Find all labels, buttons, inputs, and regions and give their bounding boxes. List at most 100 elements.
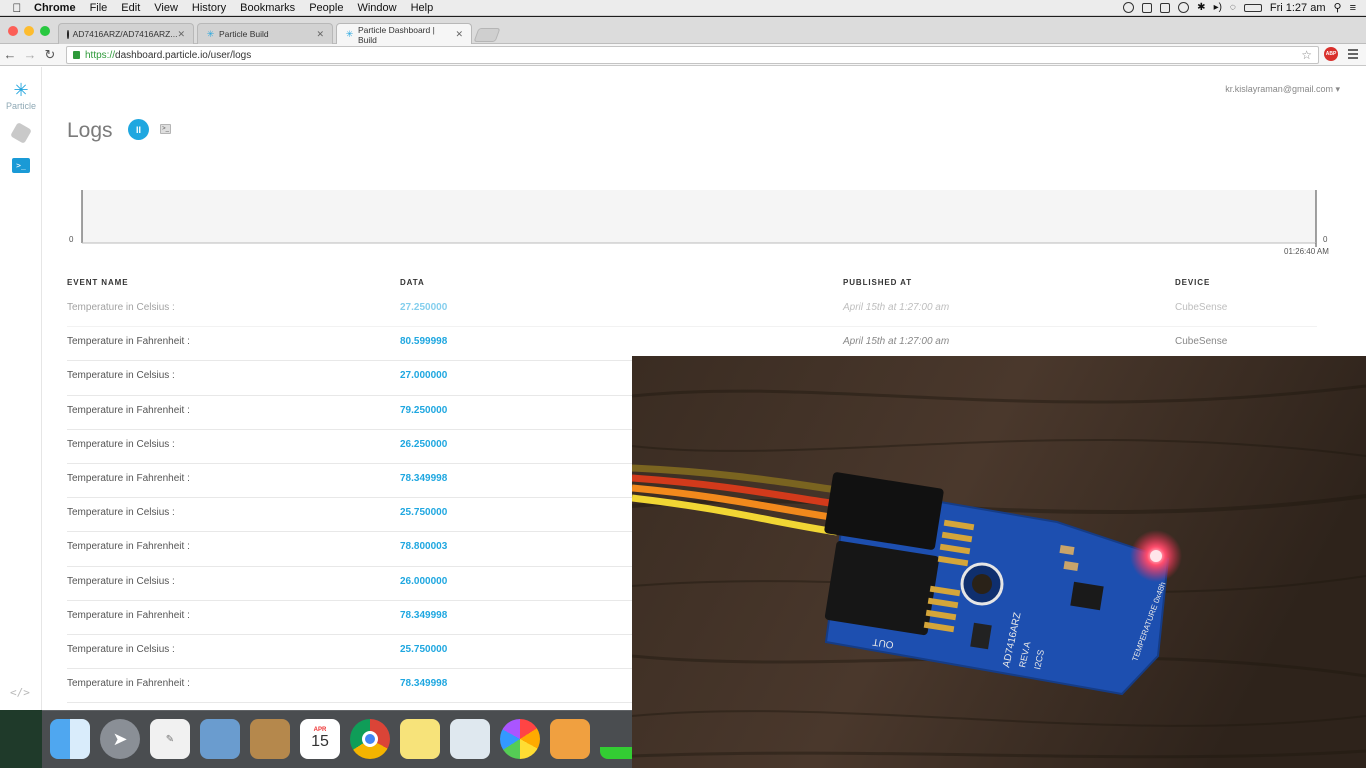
address-bar[interactable]: https:// dashboard.particle.io/user/logs… (66, 46, 1319, 64)
wifi-icon[interactable]: ◌ (1230, 2, 1236, 13)
apple-icon[interactable]:  (0, 1, 34, 15)
data-value-cell[interactable]: 25.750000 (400, 644, 447, 655)
column-header-device[interactable]: DEVICE (1175, 278, 1210, 287)
event-name-cell: Temperature in Fahrenheit : (67, 336, 190, 348)
contacts-icon[interactable] (250, 719, 290, 759)
menu-history[interactable]: History (192, 2, 226, 14)
data-value-cell[interactable]: 27.250000 (400, 302, 447, 313)
battery-icon[interactable] (1243, 3, 1262, 12)
data-value-cell[interactable]: 78.349998 (400, 678, 447, 689)
system-info-icon[interactable] (450, 719, 490, 759)
event-name-cell: Temperature in Fahrenheit : (67, 678, 190, 690)
new-tab-button[interactable] (473, 28, 501, 42)
github-icon (67, 29, 69, 39)
volume-icon[interactable]: ▸) (1214, 2, 1222, 13)
status-led (1150, 550, 1162, 562)
y-tick-label-right: 0 (1323, 235, 1328, 244)
dock: ➤ ✎ APR 15 (42, 710, 640, 768)
devices-cube-icon[interactable] (10, 122, 32, 144)
menu-app-name[interactable]: Chrome (34, 2, 76, 14)
spotlight-icon[interactable]: ⚲ (1334, 1, 1342, 14)
close-tab-icon[interactable]: ✕ (455, 29, 463, 40)
menu-people[interactable]: People (309, 2, 343, 14)
data-value-cell[interactable]: 80.599998 (400, 336, 447, 347)
jumper (970, 622, 992, 650)
console-icon[interactable]: >_ (160, 124, 171, 134)
events-chart: 0 0 01:26:40 AM (69, 177, 1339, 257)
photos-icon[interactable] (500, 719, 540, 759)
bookmark-star-icon[interactable]: ☆ (1301, 48, 1312, 62)
data-value-cell[interactable]: 25.750000 (400, 507, 447, 518)
checklist-icon[interactable] (1142, 2, 1153, 13)
forward-icon[interactable]: → (20, 47, 40, 62)
textedit-icon[interactable]: ✎ (150, 719, 190, 759)
adblock-icon[interactable]: ABP (1324, 47, 1338, 61)
tab-particle-build[interactable]: ✳ Particle Build ✕ (197, 23, 333, 44)
dropbox-icon[interactable] (1160, 2, 1171, 13)
menubar-clock[interactable]: Fri 1:27 am (1270, 2, 1326, 14)
chrome-icon[interactable] (350, 719, 390, 759)
menu-file[interactable]: File (90, 2, 108, 14)
notes-icon[interactable] (400, 719, 440, 759)
finder-icon[interactable] (50, 719, 90, 759)
data-value-cell[interactable]: 78.349998 (400, 473, 447, 484)
y-tick-label-left: 0 (69, 235, 74, 244)
particle-logo-icon[interactable]: ✳ (4, 81, 38, 99)
notification-center-icon[interactable]: ≡ (1350, 2, 1356, 14)
close-window-button[interactable] (8, 26, 18, 36)
back-icon[interactable]: ← (0, 47, 20, 62)
device-cell: CubeSense (1175, 336, 1228, 348)
chrome-menu-icon[interactable] (1348, 49, 1358, 61)
menu-edit[interactable]: Edit (121, 2, 140, 14)
page-title: Logs (67, 119, 113, 142)
calendar-icon[interactable]: APR 15 (300, 719, 340, 759)
event-name-cell: Temperature in Celsius : (67, 575, 175, 587)
tab-particle-dashboard[interactable]: ✳ Particle Dashboard | Build ✕ (336, 23, 472, 45)
column-header-published[interactable]: PUBLISHED AT (843, 278, 912, 287)
data-value-cell[interactable]: 26.250000 (400, 439, 447, 450)
close-tab-icon[interactable]: ✕ (177, 29, 185, 40)
event-name-cell: Temperature in Celsius : (67, 643, 175, 655)
launchpad-icon[interactable]: ➤ (100, 719, 140, 759)
minimize-window-button[interactable] (24, 26, 34, 36)
user-menu[interactable]: kr.kislayraman@gmail.com ▾ (1225, 84, 1340, 95)
menu-window[interactable]: Window (357, 2, 396, 14)
tab-github[interactable]: AD7416ARZ/AD7416ARZ... ✕ (58, 23, 194, 44)
chart-svg (81, 190, 1317, 247)
event-name-cell: Temperature in Celsius : (67, 302, 175, 313)
published-at-cell: April 15th at 1:27:00 am (843, 302, 950, 313)
event-name-cell: Temperature in Celsius : (67, 438, 175, 450)
data-value-cell[interactable]: 79.250000 (400, 405, 447, 416)
x-tick-label: 01:26:40 AM (1284, 247, 1329, 256)
menu-view[interactable]: View (154, 2, 178, 14)
tab-strip: AD7416ARZ/AD7416ARZ... ✕ ✳ Particle Buil… (0, 17, 1366, 45)
published-at-cell: April 15th at 1:27:00 am (843, 336, 950, 348)
column-header-event[interactable]: EVENT NAME (67, 278, 128, 287)
data-value-cell[interactable]: 78.349998 (400, 610, 447, 621)
calendar-day: 15 (311, 733, 329, 750)
table-row[interactable]: Temperature in Celsius : 27.250000 April 1… (67, 293, 1317, 328)
preview-icon[interactable] (200, 719, 240, 759)
data-value-cell[interactable]: 78.800003 (400, 541, 447, 552)
column-header-data[interactable]: DATA (400, 278, 425, 287)
reload-icon[interactable]: ↻ (40, 47, 60, 63)
menubar:  Chrome File Edit View History Bookmark… (0, 0, 1366, 16)
browser-toolbar: ← → ↻ https:// dashboard.particle.io/use… (0, 44, 1366, 66)
menu-help[interactable]: Help (411, 2, 434, 14)
event-name-cell: Temperature in Fahrenheit : (67, 609, 190, 621)
pages-icon[interactable] (550, 719, 590, 759)
close-tab-icon[interactable]: ✕ (316, 29, 324, 40)
pause-button[interactable]: II (128, 119, 149, 140)
data-value-cell[interactable]: 27.000000 (400, 370, 447, 381)
logs-terminal-icon[interactable]: >_ (12, 158, 30, 173)
record-icon[interactable] (1123, 2, 1135, 13)
sync-icon[interactable] (1178, 2, 1190, 13)
data-value-cell[interactable]: 26.000000 (400, 576, 447, 587)
screen:  Chrome File Edit View History Bookmark… (0, 0, 1366, 768)
zoom-window-button[interactable] (40, 26, 50, 36)
bluetooth-icon[interactable]: ✱ (1197, 2, 1205, 13)
event-name-cell: Temperature in Fahrenheit : (67, 541, 190, 553)
desktop-background (0, 710, 42, 768)
code-icon[interactable]: </> (10, 686, 30, 699)
menu-bookmarks[interactable]: Bookmarks (240, 2, 295, 14)
